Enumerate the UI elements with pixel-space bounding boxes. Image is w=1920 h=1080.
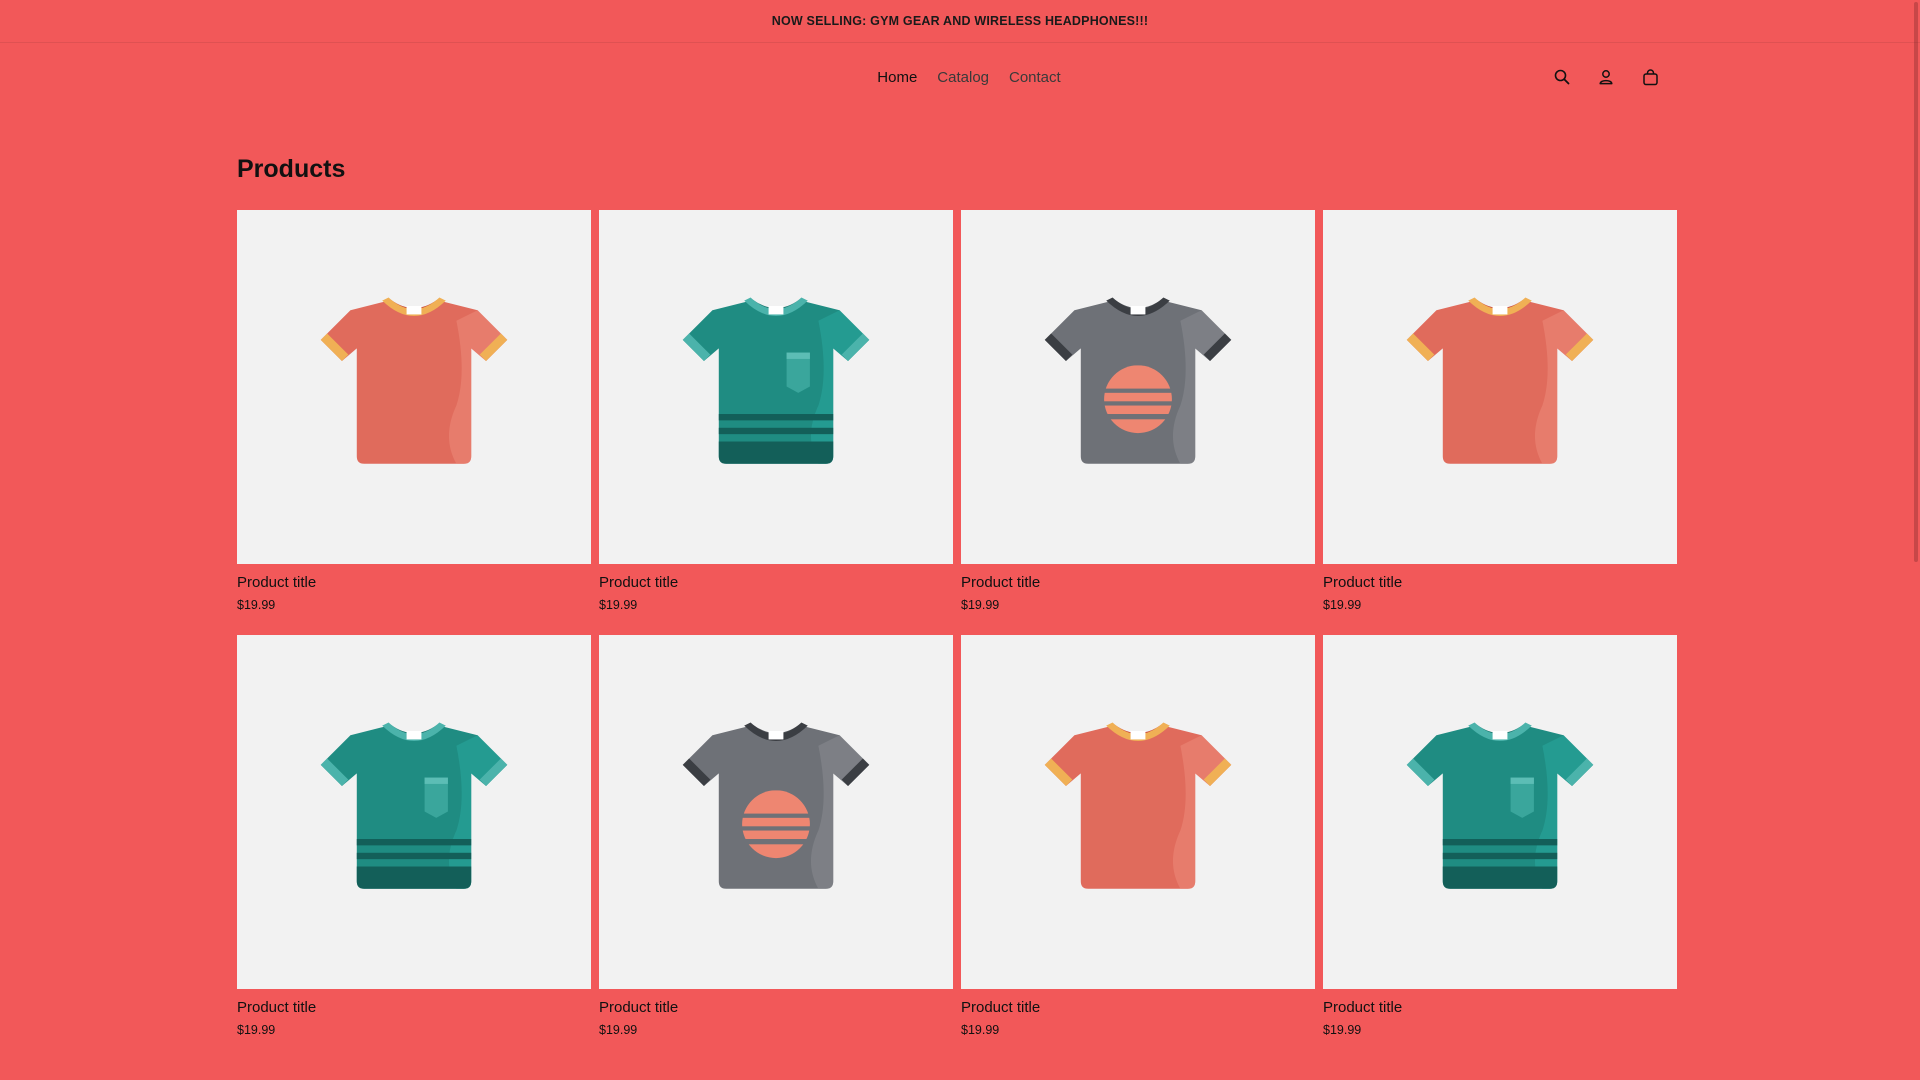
nav-home[interactable]: Home: [877, 69, 917, 86]
product-card[interactable]: Product title $19.99: [237, 210, 591, 612]
t-shirt-image: [320, 722, 508, 889]
product-image[interactable]: [1323, 210, 1677, 564]
product-title[interactable]: Product title: [237, 999, 591, 1016]
product-title[interactable]: Product title: [599, 999, 953, 1016]
main-content: Products Product title $19.99 Product ti…: [0, 155, 1920, 1037]
t-shirt-image: [682, 722, 870, 889]
product-card[interactable]: Product title $19.99: [1323, 635, 1677, 1037]
site-header: Home Catalog Contact: [0, 43, 1920, 111]
product-title[interactable]: Product title: [237, 574, 591, 591]
product-price: $19.99: [237, 1023, 276, 1037]
product-card[interactable]: Product title $19.99: [1323, 210, 1677, 612]
t-shirt-image: [1406, 722, 1594, 889]
t-shirt-image: [1044, 297, 1232, 464]
product-title[interactable]: Product title: [599, 574, 953, 591]
t-shirt-image: [1406, 297, 1594, 464]
product-price: $19.99: [1323, 598, 1362, 612]
nav-contact[interactable]: Contact: [1009, 69, 1061, 86]
section-title: Products: [237, 155, 346, 183]
product-image[interactable]: [961, 210, 1315, 564]
t-shirt-image: [320, 297, 508, 464]
product-image[interactable]: [961, 635, 1315, 989]
announcement-bar: NOW SELLING: GYM GEAR AND WIRELESS HEADP…: [0, 0, 1920, 43]
product-image[interactable]: [599, 635, 953, 989]
product-title[interactable]: Product title: [1323, 999, 1677, 1016]
product-price: $19.99: [599, 598, 638, 612]
product-image[interactable]: [237, 635, 591, 989]
search-icon[interactable]: [1550, 65, 1574, 89]
product-price: $19.99: [961, 1023, 1000, 1037]
product-grid: Product title $19.99 Product title $19.9…: [237, 210, 1683, 1037]
product-title[interactable]: Product title: [961, 574, 1315, 591]
account-icon[interactable]: [1594, 65, 1618, 89]
product-price: $19.99: [599, 1023, 638, 1037]
product-card[interactable]: Product title $19.99: [237, 635, 591, 1037]
scrollbar-thumb[interactable]: [1914, 2, 1918, 562]
product-title[interactable]: Product title: [1323, 574, 1677, 591]
announcement-text: NOW SELLING: GYM GEAR AND WIRELESS HEADP…: [771, 14, 1149, 28]
cart-icon[interactable]: [1638, 65, 1662, 89]
main-nav: Home Catalog Contact: [877, 69, 1060, 86]
product-card[interactable]: Product title $19.99: [961, 210, 1315, 612]
t-shirt-image: [682, 297, 870, 464]
product-price: $19.99: [961, 598, 1000, 612]
header-icons: [1550, 43, 1662, 111]
nav-catalog[interactable]: Catalog: [937, 69, 989, 86]
product-image[interactable]: [599, 210, 953, 564]
t-shirt-image: [1044, 722, 1232, 889]
product-card[interactable]: Product title $19.99: [599, 635, 953, 1037]
product-card[interactable]: Product title $19.99: [599, 210, 953, 612]
product-title[interactable]: Product title: [961, 999, 1315, 1016]
product-image[interactable]: [1323, 635, 1677, 989]
scrollbar[interactable]: [1912, 0, 1920, 1080]
product-price: $19.99: [1323, 1023, 1362, 1037]
product-card[interactable]: Product title $19.99: [961, 635, 1315, 1037]
product-price: $19.99: [237, 598, 276, 612]
product-image[interactable]: [237, 210, 591, 564]
